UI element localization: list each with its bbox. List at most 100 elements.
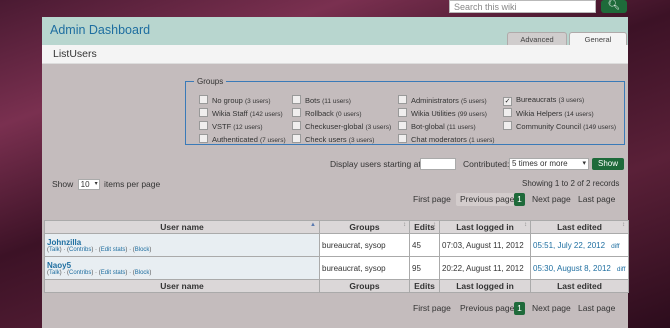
dashboard-title: Admin Dashboard: [50, 23, 151, 37]
user-link[interactable]: Contribs: [69, 247, 91, 253]
checkbox-icon[interactable]: [199, 134, 208, 143]
group-option[interactable]: Administrators (5 users): [398, 95, 487, 105]
page-title: ListUsers: [53, 48, 97, 60]
perpage-select[interactable]: 10 ▾: [77, 179, 100, 191]
group-count: (142 users): [249, 111, 283, 118]
user-link[interactable]: Edit stats: [101, 247, 126, 253]
cell-groups: bureaucrat, sysop: [319, 233, 410, 257]
perpage-show-label: Show: [52, 179, 74, 189]
foot-groups: Groups: [319, 279, 410, 293]
group-name: Community Council: [516, 122, 582, 131]
table-header-row: User name ▲ Groups ↕ Edits ↕ Last logged in…: [44, 220, 629, 234]
group-option[interactable]: ✓ Bureaucrats (3 users): [503, 95, 584, 106]
foot-last-edited: Last edited: [530, 279, 629, 293]
username-link[interactable]: Naoy5: [47, 261, 317, 270]
group-option[interactable]: No group (3 users): [199, 95, 271, 105]
search-button[interactable]: 🔍︎: [601, 0, 627, 13]
sort-arrows-icon: ↕: [433, 222, 436, 228]
contributed-select-value: 5 times or more: [512, 159, 568, 168]
col-last-logged[interactable]: Last logged in ↕: [439, 220, 531, 234]
pager-prev[interactable]: Previous page: [460, 302, 514, 315]
user-link[interactable]: Block: [135, 247, 150, 253]
cell-username: Naoy5 (Talk) · (Contribs) · (Edit stats) …: [44, 256, 320, 280]
col-last-logged-label: Last logged in: [456, 222, 514, 232]
last-edited-link[interactable]: 05:51, July 22, 2012: [533, 241, 605, 250]
group-name: Checkuser-global: [305, 122, 364, 131]
pager-first[interactable]: First page: [413, 193, 451, 206]
pager-bottom: First page Previous page 1 Next page Las…: [408, 302, 628, 315]
checkbox-icon[interactable]: [398, 134, 407, 143]
display-start-input[interactable]: [420, 158, 456, 170]
group-name: Wikia Helpers: [516, 109, 563, 118]
groups-fieldset: Groups No group (3 users) Bots (11 users)…: [185, 77, 625, 145]
tab-advanced[interactable]: Advanced: [507, 32, 567, 45]
group-option[interactable]: Rollback (0 users): [292, 108, 362, 118]
col-edits[interactable]: Edits ↕: [409, 220, 440, 234]
group-option[interactable]: VSTF (12 users): [199, 121, 263, 131]
col-last-edited[interactable]: Last edited ↕: [530, 220, 629, 234]
checkbox-icon[interactable]: [292, 134, 301, 143]
checkbox-icon[interactable]: [398, 108, 407, 117]
pager-last[interactable]: Last page: [578, 302, 615, 315]
group-name: Bots: [305, 96, 321, 105]
group-option[interactable]: Check users (3 users): [292, 134, 374, 144]
user-link[interactable]: Talk: [49, 270, 60, 276]
group-option[interactable]: Chat moderators (1 users): [398, 134, 495, 144]
contributed-select[interactable]: 5 times or more ▾: [509, 158, 589, 170]
diff-link[interactable]: diff: [611, 243, 620, 250]
show-button[interactable]: Show: [592, 158, 624, 170]
pager-last[interactable]: Last page: [578, 193, 615, 206]
pager-first[interactable]: First page: [413, 302, 451, 315]
user-link[interactable]: Talk: [49, 247, 60, 253]
user-action-links: (Talk) · (Contribs) · (Edit stats) · (Bl…: [47, 246, 152, 253]
search-icon: 🔍︎: [607, 0, 621, 11]
user-link[interactable]: Edit stats: [101, 270, 126, 276]
checkbox-icon[interactable]: [199, 95, 208, 104]
group-count: (11 users): [322, 98, 351, 105]
group-option[interactable]: Wikia Staff (142 users): [199, 108, 283, 118]
checkbox-icon[interactable]: [292, 121, 301, 130]
sort-asc-icon: ▲: [310, 222, 316, 228]
checkbox-icon[interactable]: [398, 95, 407, 104]
pager-prev[interactable]: Previous page: [456, 193, 519, 206]
pager-current[interactable]: 1: [514, 193, 525, 206]
group-option[interactable]: Checkuser-global (3 users): [292, 121, 391, 131]
group-count: (3 users): [365, 124, 392, 131]
checkbox-icon[interactable]: [292, 95, 301, 104]
group-count: (5 users): [461, 98, 487, 105]
group-count: (14 users): [564, 111, 594, 118]
group-count: (149 users): [583, 124, 616, 131]
checkbox-icon[interactable]: ✓: [503, 97, 512, 106]
cell-username: Johnzilla (Talk) · (Contribs) · (Edit sta…: [44, 233, 320, 257]
group-option[interactable]: Wikia Utilities (99 users): [398, 108, 487, 118]
pager-next[interactable]: Next page: [532, 302, 571, 315]
group-count: (0 users): [335, 111, 362, 118]
group-option[interactable]: Community Council (149 users): [503, 121, 616, 131]
checkbox-icon[interactable]: [199, 121, 208, 130]
group-option[interactable]: Authenticated (7 users): [199, 134, 286, 144]
checkbox-icon[interactable]: [398, 121, 407, 130]
checkbox-icon[interactable]: [503, 121, 512, 130]
checkbox-icon[interactable]: [503, 108, 512, 117]
col-username[interactable]: User name ▲: [44, 220, 320, 234]
group-option[interactable]: Bot-global (11 users): [398, 121, 476, 131]
user-link[interactable]: Contribs: [69, 270, 91, 276]
pager-next[interactable]: Next page: [532, 193, 571, 206]
user-link[interactable]: Block: [135, 270, 150, 276]
cell-edits: 95: [409, 256, 440, 280]
page-title-bar: ListUsers: [42, 45, 628, 64]
username-link[interactable]: Johnzilla: [47, 238, 317, 247]
tab-general[interactable]: General: [569, 32, 627, 45]
col-groups[interactable]: Groups ↕: [319, 220, 410, 234]
checkbox-icon[interactable]: [199, 108, 208, 117]
group-option[interactable]: Wikia Helpers (14 users): [503, 108, 594, 118]
pager-current[interactable]: 1: [514, 302, 525, 315]
last-edited-link[interactable]: 05:30, August 8, 2012: [533, 264, 611, 273]
group-option[interactable]: Bots (11 users): [292, 95, 351, 105]
diff-link[interactable]: diff: [617, 266, 626, 273]
checkbox-icon[interactable]: [292, 108, 301, 117]
group-name: Check users: [305, 135, 347, 144]
group-name: Authenticated: [212, 135, 258, 144]
cell-groups: bureaucrat, sysop: [319, 256, 410, 280]
search-input[interactable]: Search this wiki: [449, 0, 596, 13]
